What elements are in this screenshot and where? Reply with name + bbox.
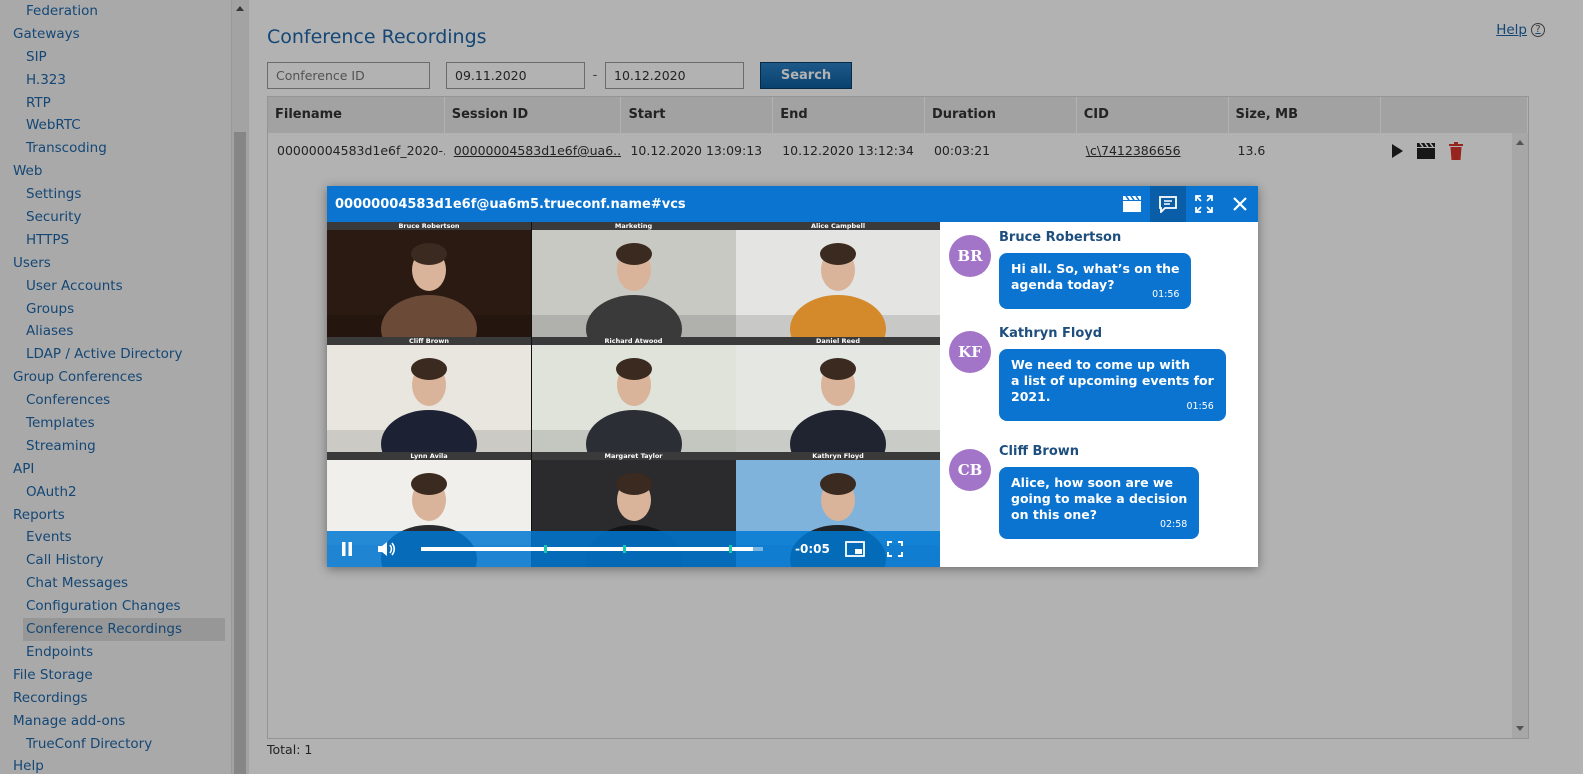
sender-name: Kathryn Floyd	[999, 326, 1103, 341]
picture-in-picture-icon	[845, 541, 865, 557]
chat-bubble-icon	[1159, 195, 1177, 213]
sender-name: Bruce Robertson	[999, 230, 1122, 245]
pause-icon	[342, 542, 352, 556]
participant-name: Daniel Reed	[736, 337, 940, 345]
video-tile: Daniel Reed	[736, 337, 940, 452]
video-tile: Bruce Robertson	[327, 222, 531, 337]
participant-name: Alice Campbell	[736, 222, 940, 230]
participant-name: Cliff Brown	[327, 337, 531, 345]
player-controls: -0:05	[327, 531, 940, 567]
participant-name: Bruce Robertson	[327, 222, 531, 230]
video-tile: Richard Atwood	[531, 337, 736, 452]
message-bubble: Hi all. So, what’s on the agenda today? 0…	[999, 253, 1192, 309]
seek-bar-fill	[421, 547, 753, 551]
participant-video	[531, 222, 736, 337]
dialog-header: 00000004583d1e6f@ua6m5.trueconf.name#vcs	[327, 186, 1258, 222]
video-tile: Cliff Brown	[327, 337, 531, 452]
fullscreen-icon	[887, 541, 903, 557]
message-text: Alice, how soon are we going to make a d…	[1011, 475, 1188, 522]
avatar: BR	[949, 235, 991, 277]
message-bubble: We need to come up with a list of upcomi…	[999, 349, 1226, 421]
participant-video	[327, 337, 531, 452]
participant-name: Lynn Avila	[327, 452, 531, 460]
pause-button[interactable]	[327, 531, 367, 567]
player-fullscreen-button[interactable]	[875, 531, 915, 567]
volume-button[interactable]	[367, 531, 407, 567]
participant-video	[327, 222, 531, 337]
speaker-icon	[378, 542, 396, 556]
participant-name: Richard Atwood	[531, 337, 736, 345]
video-tile: Alice Campbell	[736, 222, 940, 337]
close-icon	[1233, 197, 1247, 211]
recording-player-dialog: 00000004583d1e6f@ua6m5.trueconf.name#vcs…	[327, 186, 1258, 567]
video-player[interactable]: Kathryn Floyd Margaret Taylor Lynn Avila Da…	[327, 222, 940, 567]
chat-panel: BR Bruce Robertson Hi all. So, what’s on t…	[941, 222, 1258, 567]
seek-marker[interactable]	[728, 545, 732, 553]
seek-marker[interactable]	[544, 545, 548, 553]
avatar: KF	[949, 331, 991, 373]
message-bubble: Alice, how soon are we going to make a d…	[999, 467, 1200, 539]
expand-arrows-icon	[1195, 195, 1213, 213]
video-tile: Marketing	[531, 222, 736, 337]
dialog-title: 00000004583d1e6f@ua6m5.trueconf.name#vcs	[335, 196, 686, 212]
seek-marker[interactable]	[622, 545, 626, 553]
participant-name: Margaret Taylor	[531, 452, 736, 460]
fullscreen-button[interactable]	[1186, 186, 1222, 222]
participant-video	[531, 337, 736, 452]
message-text: We need to come up with a list of upcomi…	[1011, 357, 1214, 404]
sender-name: Cliff Brown	[999, 444, 1080, 459]
avatar: CB	[949, 449, 991, 491]
time-remaining: -0:05	[795, 542, 830, 556]
seek-bar[interactable]	[421, 545, 763, 553]
participant-video	[736, 337, 940, 452]
picture-in-picture-button[interactable]	[835, 531, 875, 567]
recording-toggle-button[interactable]	[1114, 186, 1150, 222]
close-button[interactable]	[1222, 186, 1258, 222]
participant-name: Marketing	[531, 222, 736, 230]
clapperboard-icon	[1123, 195, 1141, 212]
participant-video	[736, 222, 940, 337]
participant-name: Kathryn Floyd	[736, 452, 940, 460]
chat-toggle-button[interactable]	[1150, 186, 1186, 222]
